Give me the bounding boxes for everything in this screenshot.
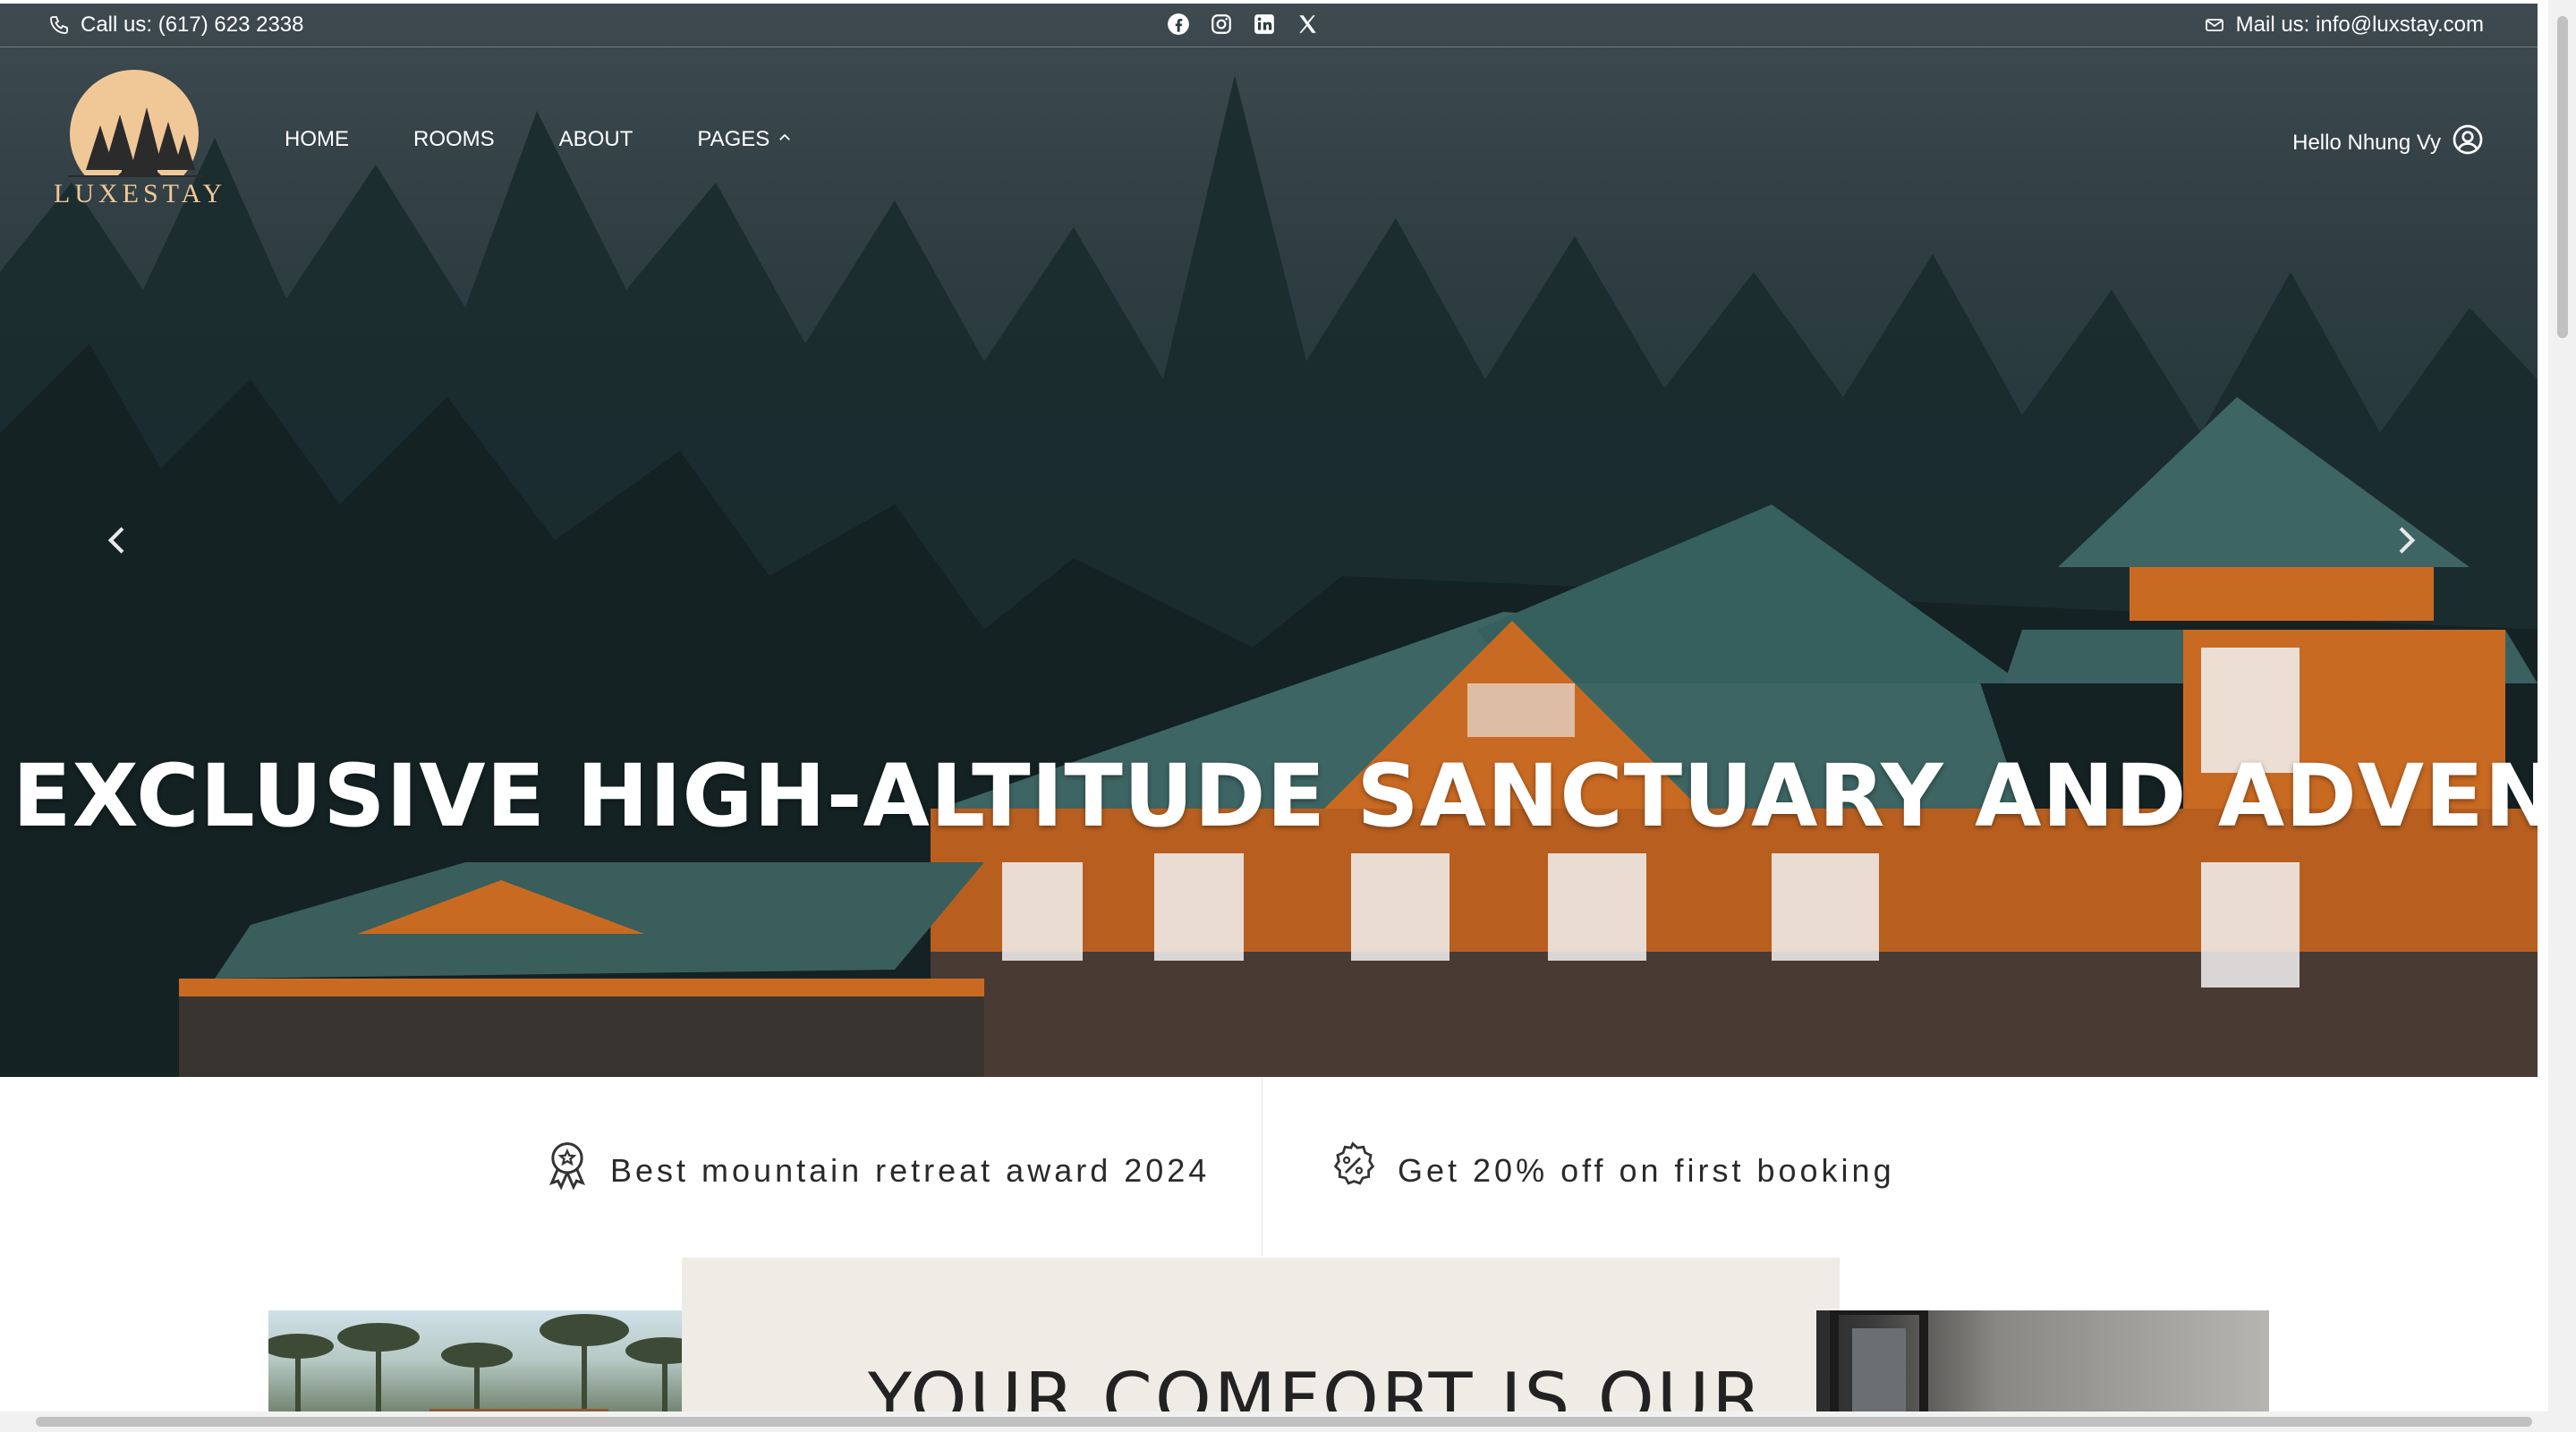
award-ribbon-icon [542, 1140, 592, 1201]
nav-rooms-label: ROOMS [413, 127, 495, 151]
horizontal-scroll-thumb[interactable] [36, 1417, 2532, 1427]
intro-panel: YOUR COMFORT IS OUR [682, 1258, 1840, 1441]
vertical-scrollbar[interactable] [2548, 0, 2576, 1432]
nav-rooms[interactable]: ROOMS [413, 127, 495, 152]
nav-about[interactable]: ABOUT [559, 127, 633, 152]
call-us[interactable]: Call us: (617) 623 2338 [48, 13, 304, 38]
horizontal-scrollbar[interactable] [0, 1411, 2548, 1432]
mail-icon [2204, 14, 2225, 36]
main-nav: HOME ROOMS ABOUT PAGES [285, 127, 857, 152]
nav-pages-label: PAGES [697, 127, 770, 151]
user-circle-icon [2452, 123, 2484, 162]
linkedin-icon[interactable] [1253, 13, 1276, 36]
feature-award-text: Best mountain retreat award 2024 [610, 1151, 1211, 1189]
discount-badge-icon [1326, 1140, 1380, 1201]
feature-offer-text: Get 20% off on first booking [1398, 1151, 1895, 1189]
facebook-icon[interactable] [1167, 13, 1190, 36]
chevron-right-icon [2399, 527, 2416, 554]
chevron-up-icon [777, 127, 793, 152]
nav-home-label: HOME [285, 127, 349, 151]
slider-next-button[interactable] [2387, 522, 2423, 558]
mail-us-text: Mail us: info@luxstay.com [2235, 13, 2484, 37]
social-links [1167, 13, 1319, 36]
user-greeting: Hello Nhung Vy [2292, 130, 2441, 155]
hero-image [0, 75, 2538, 1077]
nav-home[interactable]: HOME [285, 127, 349, 152]
mail-us[interactable]: Mail us: info@luxstay.com [2204, 13, 2484, 38]
hero-slider: Call us: (617) 623 2338 Mail us: info@lu… [0, 4, 2538, 1077]
mountain-lodge-logo-icon [68, 70, 202, 177]
user-menu[interactable]: Hello Nhung Vy [2292, 123, 2484, 162]
instagram-icon[interactable] [1210, 13, 1233, 36]
x-icon[interactable] [1296, 13, 1319, 36]
phone-icon [48, 14, 70, 36]
chevron-left-icon [107, 527, 124, 554]
nav-about-label: ABOUT [558, 127, 633, 151]
feature-offer: Get 20% off on first booking [1326, 1140, 1895, 1201]
brand-logo[interactable]: LUXESTAY [50, 70, 229, 213]
nav-pages[interactable]: PAGES [697, 127, 793, 152]
hero-headline: EXCLUSIVE HIGH-ALTITUDE SANCTUARY AND AD… [13, 746, 2538, 846]
slider-prev-button[interactable] [100, 522, 136, 558]
features-band: Best mountain retreat award 2024 Get 20%… [0, 1077, 2538, 1256]
top-info-bar: Call us: (617) 623 2338 Mail us: info@lu… [0, 4, 2538, 47]
vertical-scroll-thumb[interactable] [2557, 16, 2568, 338]
call-us-text: Call us: (617) 623 2338 [81, 13, 304, 37]
brand-name: LUXESTAY [54, 179, 227, 208]
feature-award: Best mountain retreat award 2024 [542, 1140, 1210, 1201]
